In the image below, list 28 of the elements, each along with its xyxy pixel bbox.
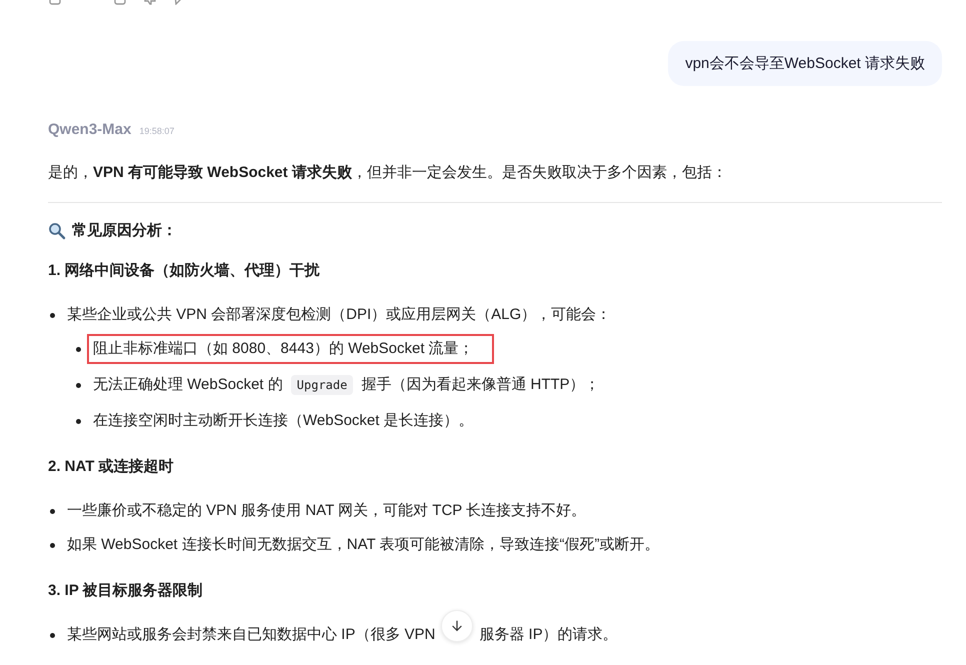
list-item-text: 在连接空闲时主动断开长连接（WebSocket 是长连接）。 [93,411,474,431]
list-item-text: 如果 WebSocket 连接长时间无数据交互，NAT 表项可能被清除，导致连接“假死”或断开。 [67,535,660,555]
list-item-text: 阻止非标准端口（如 8080、8443）的 WebSocket 流量； [93,339,474,359]
bullet-icon [76,418,81,424]
scroll-down-button[interactable] [441,610,474,642]
section-heading: 常见原因分析： [72,221,177,240]
section-heading: 1. 网络中间设备（如防火墙、代理）干扰 [48,261,321,281]
list-item-text: 服务器 IP）的请求。 [479,625,618,645]
list-item-text: 一些廉价或不稳定的 VPN 服务使用 NAT 网关，可能对 TCP 长连接支持不好。 [67,501,586,521]
list-item-text: 握手（因为看起来像普通 HTTP）； [361,375,600,395]
bullet-icon [50,542,55,548]
bullet-icon [50,632,55,638]
model-name: Qwen3-Max [48,121,132,138]
bullet-icon [50,312,55,318]
user-message: vpn会不会导至WebSocket 请求失败 [668,41,942,86]
list-item-text: 某些企业或公共 VPN 会部署深度包检测（DPI）或应用层网关（ALG），可能会： [67,305,612,325]
list-item-text: 无法正确处理 WebSocket 的 [93,375,283,395]
section-heading: 3. IP 被目标服务器限制 [48,581,204,601]
search-icon [48,222,66,240]
bullet-icon [50,508,55,514]
arrow-down-icon [450,619,464,633]
code-snippet: Upgrade [290,375,354,395]
section-heading: 2. NAT 或连接超时 [48,457,175,477]
bullet-icon [76,382,81,388]
list-item-text: 某些网站或服务会封禁来自已知数据中心 IP（很多 VPN [67,625,436,645]
message-time: 19:58:07 [139,126,174,136]
reply-paragraph: 是的，VPN 有可能导致 WebSocket 请求失败，但并非一定会发生。是否失败取决于多个因素，包括： [48,163,728,183]
bullet-icon [76,346,81,352]
